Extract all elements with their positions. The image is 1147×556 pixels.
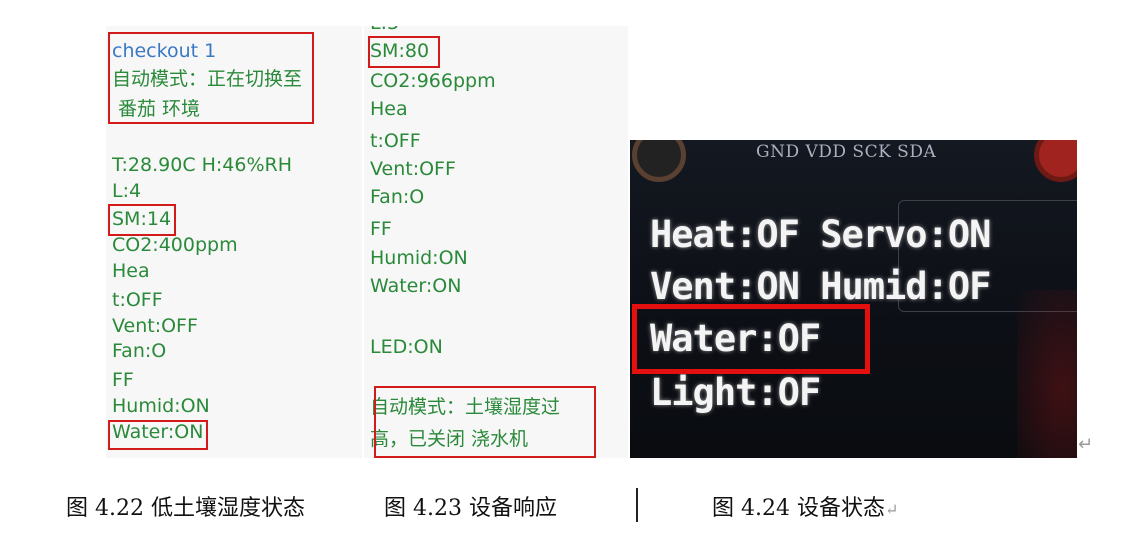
oled-display-photo: GND VDD SCK SDA Heat:OF Servo:ON Vent:ON… (630, 140, 1077, 458)
app-screenshot-low-soil-moisture: checkout 1 自动模式：正在切换至 番茄 环境 T:28.90C H:4… (106, 26, 362, 458)
caption-fig-4-24-text: 图 4.24 设备状态 (712, 496, 885, 521)
caption-fig-4-22: 图 4.22 低土壤湿度状态 (66, 496, 305, 521)
paragraph-return-mark: ↵ (884, 500, 899, 519)
paragraph-return-mark: ↵ (1078, 434, 1094, 455)
reading-humid: Humid:ON (370, 247, 468, 269)
reading-fan-part1: Fan:O (370, 186, 425, 208)
highlight-box-auto-mode (108, 32, 314, 124)
highlight-box-auto-mode (374, 386, 596, 458)
reading-water: Water:ON (370, 275, 462, 297)
reading-humid: Humid:ON (112, 395, 210, 417)
highlight-box-soil-moisture (368, 36, 440, 68)
red-led-glow (1017, 290, 1077, 458)
oled-line-heat-servo: Heat:OF Servo:ON (650, 213, 991, 256)
figure-captions: 图 4.22 低土壤湿度状态 图 4.23 设备响应 图 4.24 设备状态↵ (0, 488, 1147, 526)
highlight-box-water (108, 420, 208, 450)
app-screenshot-device-response: L:3 SM:80 CO2:966ppm Hea t:OFF Vent:OFF … (364, 26, 628, 458)
reading-led: LED:ON (370, 336, 443, 358)
reading-temp-humidity: T:28.90C H:46%RH (112, 154, 293, 176)
reading-heat-part1: Hea (112, 260, 150, 282)
reading-light: L:4 (112, 180, 142, 202)
caption-separator (636, 488, 638, 522)
reading-fan-part2: FF (112, 369, 134, 391)
reading-vent: Vent:OFF (370, 158, 456, 180)
reading-heat-part1: Hea (370, 98, 408, 120)
reading-light-clipped: L:3 (370, 26, 399, 36)
reading-fan-part1: Fan:O (112, 340, 167, 362)
highlight-box-soil-moisture (108, 204, 176, 236)
reading-co2: CO2:966ppm (370, 70, 496, 92)
pin-header-label: GND VDD SCK SDA (756, 142, 937, 162)
caption-fig-4-23: 图 4.23 设备响应 (384, 496, 557, 521)
pin-hole (1034, 140, 1077, 182)
reading-heat-part2: t:OFF (370, 130, 421, 152)
highlight-box-water (632, 304, 870, 374)
oled-line-light: Light:OF (650, 371, 821, 414)
reading-vent: Vent:OFF (112, 315, 198, 337)
reading-fan-part2: FF (370, 218, 392, 240)
pin-hole (632, 140, 686, 182)
reading-heat-part2: t:OFF (112, 289, 163, 311)
caption-fig-4-24: 图 4.24 设备状态↵ (712, 490, 898, 522)
